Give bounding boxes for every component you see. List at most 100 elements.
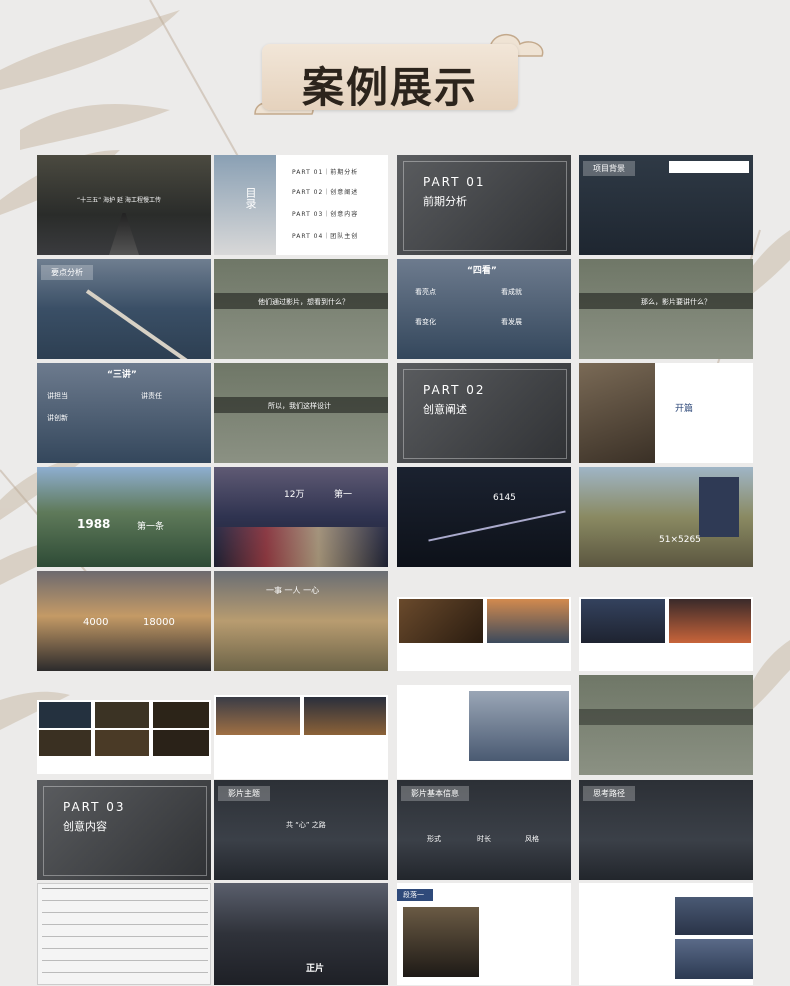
cover-text: “十三五” 海护 延 海工程慢工传 [77, 197, 161, 204]
slide-cover[interactable]: “十三五” 海护 延 海工程慢工传 [37, 155, 211, 255]
part-subtitle: 前期分析 [423, 195, 467, 208]
slide-background[interactable]: 项目背景 [579, 155, 753, 255]
logo-bar [669, 161, 749, 173]
slide-key-analysis[interactable]: 要点分析 [37, 259, 211, 359]
photo-d [39, 730, 91, 756]
talk-item-2: 讲责任 [141, 392, 162, 400]
part-subtitle: 创意内容 [63, 820, 107, 833]
part-title: PART 02 [423, 383, 486, 397]
slide-opening[interactable]: 开篇 [579, 363, 753, 463]
slide-1988[interactable]: 1988 第一条 [37, 467, 211, 567]
heart-text: 一事 一人 一心 [266, 586, 320, 595]
stat-number-2: 18000 [143, 617, 175, 628]
slide-heading: “三讲” [107, 370, 137, 380]
road-shape [109, 213, 139, 255]
info-col-2: 时长 [477, 835, 491, 843]
slide-photo-collage[interactable] [37, 700, 211, 774]
opening-title: 开篇 [675, 404, 694, 414]
view-item-4: 看发展 [501, 318, 522, 326]
slide-heading: “四看” [467, 266, 497, 276]
part-subtitle: 创意阐述 [423, 403, 467, 416]
slide-one-heart[interactable]: 一事 一人 一心 [214, 571, 388, 671]
slide-51x5265[interactable]: 51×5265 [579, 467, 753, 567]
slide-script-table[interactable] [37, 883, 211, 985]
slide-thinking-path[interactable]: 思考路径 [579, 780, 753, 880]
part-title: PART 01 [423, 175, 486, 189]
slide-tag: 段落一 [403, 891, 424, 899]
caption-band [579, 709, 753, 725]
slide-tag: 影片主题 [218, 786, 270, 801]
slide-contents[interactable]: 目录 PART 01｜前期分析 PART 02｜创意阐述 PART 03｜创意内… [214, 155, 388, 255]
slide-main-film[interactable]: 正片 [214, 883, 388, 985]
photo-city-top [675, 897, 753, 935]
view-item-3: 看变化 [415, 318, 436, 326]
slide-part-03[interactable]: PART 03 创意内容 [37, 780, 211, 880]
slide-question-1[interactable]: 他们通过影片，想看到什么？ [214, 259, 388, 359]
photo-workers [399, 599, 483, 643]
highway-image [579, 363, 655, 463]
photo-bridge [469, 691, 569, 761]
slide-three-talks[interactable]: “三讲” 讲担当 讲责任 讲创新 [37, 363, 211, 463]
photo-city [581, 599, 665, 643]
theme-quote: 共 “心” 之路 [286, 821, 326, 829]
stat-number: 12万 [284, 490, 305, 500]
slide-film-info[interactable]: 影片基本信息 形式 时长 风格 [397, 780, 571, 880]
photo-b [95, 702, 149, 728]
slide-photo-grid-2[interactable] [579, 597, 753, 671]
photo-f [153, 730, 209, 756]
photo-windmills [487, 599, 569, 643]
menu-item-1: PART 01｜前期分析 [292, 169, 359, 176]
stat-number: 6145 [493, 493, 516, 503]
slide-grid: “十三五” 海护 延 海工程慢工传 目录 PART 01｜前期分析 PART 0… [37, 155, 753, 985]
design-text: 所以，我们这样设计 [268, 402, 331, 410]
photo-tunnel [403, 907, 479, 977]
slide-tag: 影片基本信息 [401, 786, 469, 801]
info-col-3: 风格 [525, 835, 539, 843]
part-title: PART 03 [63, 800, 126, 814]
slide-4000[interactable]: 4000 18000 [37, 571, 211, 671]
talk-item-3: 讲创新 [47, 414, 68, 422]
slide-four-views[interactable]: “四看” 看亮点 看成就 看变化 看发展 [397, 259, 571, 359]
slide-bridge-curve[interactable] [397, 685, 571, 779]
slide-120k[interactable]: 12万 第一 [214, 467, 388, 567]
photo-highway [304, 697, 386, 735]
slide-night-roads[interactable] [214, 695, 388, 779]
slide-question-2[interactable]: 那么，影片要讲什么？ [579, 259, 753, 359]
slide-design[interactable]: 所以，我们这样设计 [214, 363, 388, 463]
contents-side-label: 目录 [244, 187, 257, 209]
photo-night [669, 599, 751, 643]
photo-tunnel [216, 697, 300, 735]
worker-figure [699, 477, 739, 537]
light-trails [214, 527, 388, 567]
table-lines [42, 888, 208, 889]
photo-c [153, 702, 209, 728]
stat-number-1: 4000 [83, 617, 109, 628]
slide-tag: 项目背景 [583, 161, 635, 176]
talk-item-1: 讲担当 [47, 392, 68, 400]
stat-number: 1988 [77, 517, 110, 531]
title-plate: 案例展示 [262, 44, 518, 112]
slide-river-aerial[interactable] [579, 675, 753, 775]
slide-tag: 要点分析 [41, 265, 93, 280]
menu-item-4: PART 04｜团队主创 [292, 233, 359, 240]
stat-unit: 第一 [334, 490, 353, 500]
photo-a [39, 702, 91, 728]
slide-part-01[interactable]: PART 01 前期分析 [397, 155, 571, 255]
bridge-lights [428, 510, 566, 542]
photo-e [95, 730, 149, 756]
info-col-1: 形式 [427, 835, 441, 843]
slide-paragraph-2[interactable] [579, 883, 753, 985]
menu-item-3: PART 03｜创意内容 [292, 211, 359, 218]
slide-6145[interactable]: 6145 [397, 467, 571, 567]
menu-item-2: PART 02｜创意阐述 [292, 189, 359, 196]
bridge-line [85, 289, 195, 359]
slide-tag: 思考路径 [583, 786, 635, 801]
stat-value: 1988 [77, 517, 111, 531]
stat-number: 51×5265 [659, 535, 701, 545]
slide-photo-grid-1[interactable] [397, 597, 571, 671]
page-title: 案例展示 [301, 63, 478, 112]
slide-part-02[interactable]: PART 02 创意阐述 [397, 363, 571, 463]
photo-city-bottom [675, 939, 753, 979]
slide-film-theme[interactable]: 影片主题 共 “心” 之路 [214, 780, 388, 880]
slide-paragraph-1[interactable]: 段落一 [397, 883, 571, 985]
